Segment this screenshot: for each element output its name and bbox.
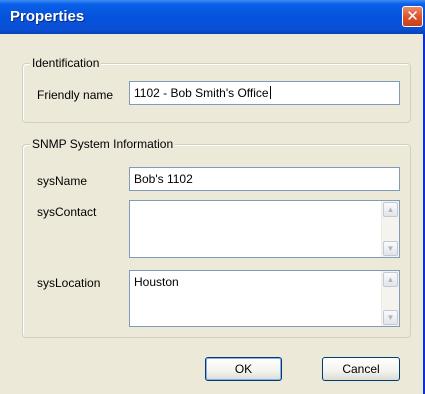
cancel-button[interactable]: Cancel: [322, 357, 400, 381]
window-title: Properties: [10, 8, 85, 25]
syscontact-textarea[interactable]: ▲ ▼: [129, 200, 400, 258]
scroll-down-icon[interactable]: ▼: [383, 310, 398, 325]
syscontact-label: sysContact: [37, 205, 97, 219]
title-bar[interactable]: Properties ✕: [0, 0, 425, 34]
scroll-up-icon[interactable]: ▲: [383, 202, 398, 217]
syslocation-textarea[interactable]: Houston ▲ ▼: [129, 270, 400, 327]
sysname-input[interactable]: Bob's 1102: [129, 167, 400, 191]
ok-button[interactable]: OK: [205, 357, 282, 381]
syslocation-scrollbar[interactable]: ▲ ▼: [381, 271, 399, 326]
text-caret: [269, 86, 271, 99]
scroll-down-icon[interactable]: ▼: [383, 241, 398, 256]
friendly-name-label: Friendly name: [37, 88, 114, 102]
friendly-name-value: 1102 - Bob Smith's Office: [134, 86, 269, 100]
sysname-value: Bob's 1102: [134, 172, 193, 186]
sysname-label: sysName: [37, 174, 88, 188]
properties-dialog: Properties ✕ Identification Friendly nam…: [0, 0, 425, 394]
friendly-name-input[interactable]: 1102 - Bob Smith's Office: [129, 81, 400, 105]
snmp-legend: SNMP System Information: [30, 137, 176, 151]
identification-legend: Identification: [30, 56, 102, 70]
syscontact-scrollbar[interactable]: ▲ ▼: [381, 201, 399, 257]
syslocation-label: sysLocation: [37, 276, 101, 290]
syslocation-value: Houston: [134, 275, 179, 289]
close-icon[interactable]: ✕: [402, 6, 423, 27]
scroll-up-icon[interactable]: ▲: [383, 272, 398, 287]
